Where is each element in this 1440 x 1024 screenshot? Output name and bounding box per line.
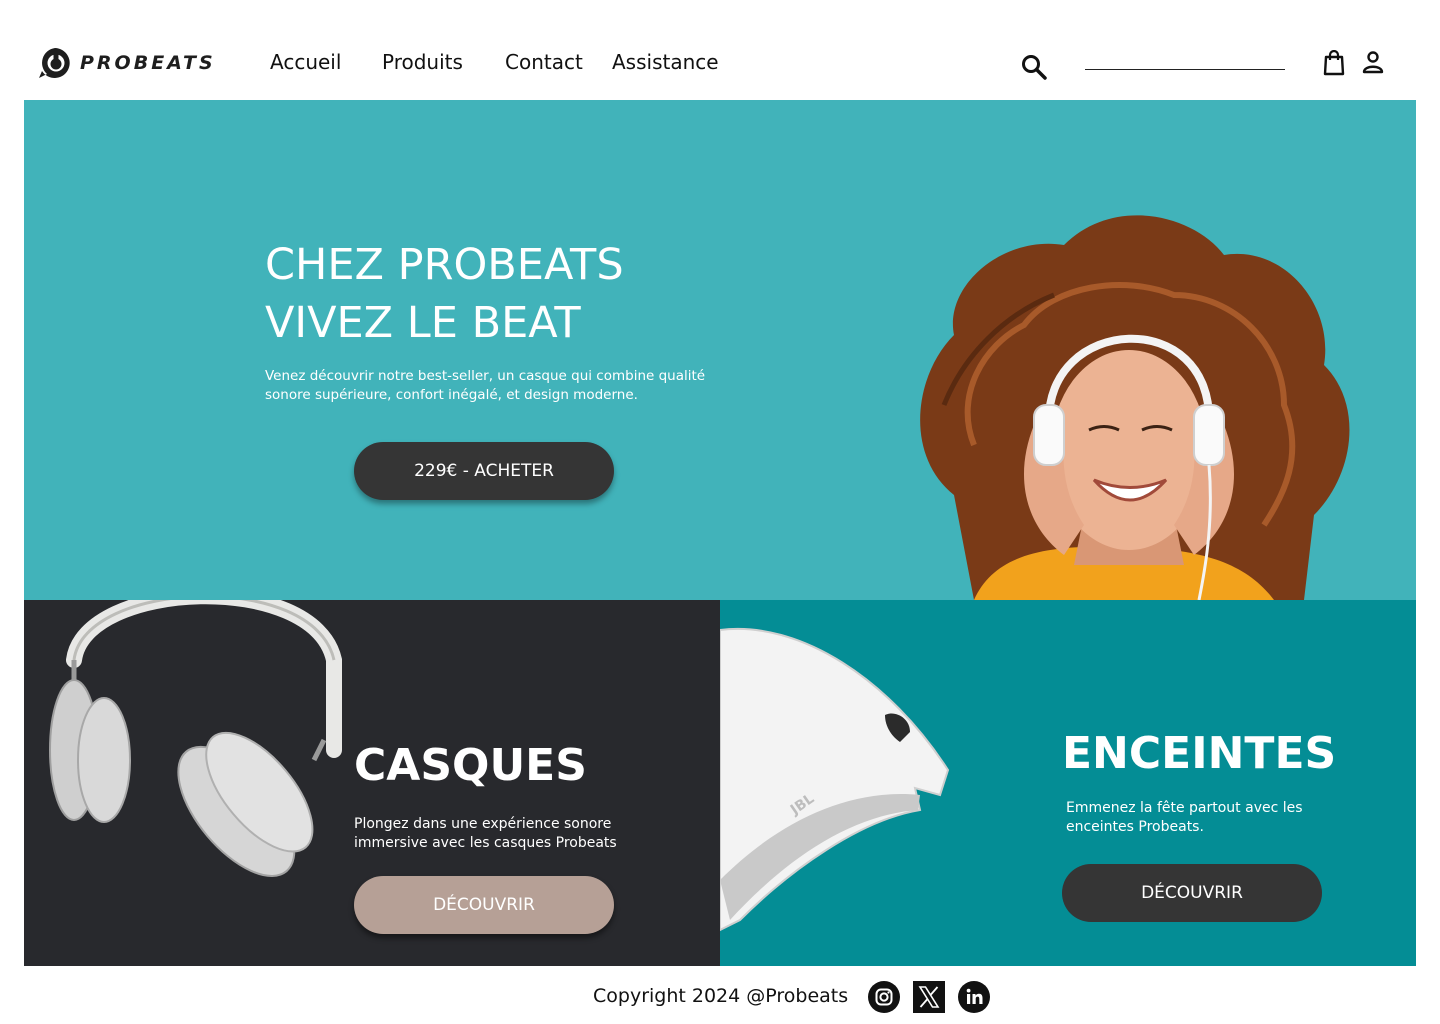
nav-item-assistance[interactable]: Assistance	[612, 50, 719, 74]
hero-woman-headphones-image	[920, 215, 1350, 600]
casques-title: CASQUES	[354, 740, 587, 791]
headphones-product-image	[49, 600, 342, 877]
hero-title-line-2: VIVEZ LE BEAT	[265, 298, 581, 348]
enceintes-title: ENCEINTES	[1062, 728, 1337, 779]
site-header: PROBEATS Accueil Produits Contact Assist…	[0, 0, 1440, 100]
hero-title: CHEZ PROBEATS VIVEZ LE BEAT	[265, 236, 624, 352]
probeats-logo-icon	[39, 48, 70, 78]
casques-description: Plongez dans une expérience sonore immer…	[354, 816, 617, 851]
hero-banner: CHEZ PROBEATS VIVEZ LE BEAT Venez découv…	[24, 100, 1416, 600]
search-underline	[1085, 69, 1285, 70]
linkedin-icon[interactable]	[958, 981, 990, 1013]
x-twitter-icon[interactable]	[913, 981, 945, 1013]
instagram-icon[interactable]	[868, 981, 900, 1013]
enceintes-discover-button[interactable]: DÉCOUVRIR	[1062, 864, 1322, 922]
buy-button[interactable]: 229€ - ACHETER	[354, 442, 614, 500]
enceintes-description: Emmenez la fête partout avec les enceint…	[1066, 800, 1303, 835]
hero-title-line-1: CHEZ PROBEATS	[265, 240, 624, 290]
site-footer: Copyright 2024 @Probeats	[0, 966, 1440, 1024]
hero-description: Venez découvrir notre best-seller, un ca…	[265, 368, 706, 403]
speaker-product-image: JBL	[720, 627, 950, 932]
copyright-text: Copyright 2024 @Probeats	[593, 985, 849, 1007]
nav-item-produits[interactable]: Produits	[382, 50, 463, 74]
search-input[interactable]	[1085, 50, 1285, 70]
shopping-bag-icon[interactable]	[1322, 50, 1346, 76]
nav-item-contact[interactable]: Contact	[505, 50, 583, 74]
user-icon[interactable]	[1361, 50, 1385, 76]
brand-name: PROBEATS	[80, 52, 216, 74]
casques-discover-button[interactable]: DÉCOUVRIR	[354, 876, 614, 934]
category-card-enceintes: JBL ENCEINTES Emmenez la fête partout av…	[720, 600, 1416, 966]
nav-item-accueil[interactable]: Accueil	[270, 50, 341, 74]
brand-logo[interactable]: PROBEATS	[38, 46, 216, 80]
search-icon[interactable]	[1020, 53, 1048, 81]
category-card-casques: CASQUES Plongez dans une expérience sono…	[24, 600, 720, 966]
